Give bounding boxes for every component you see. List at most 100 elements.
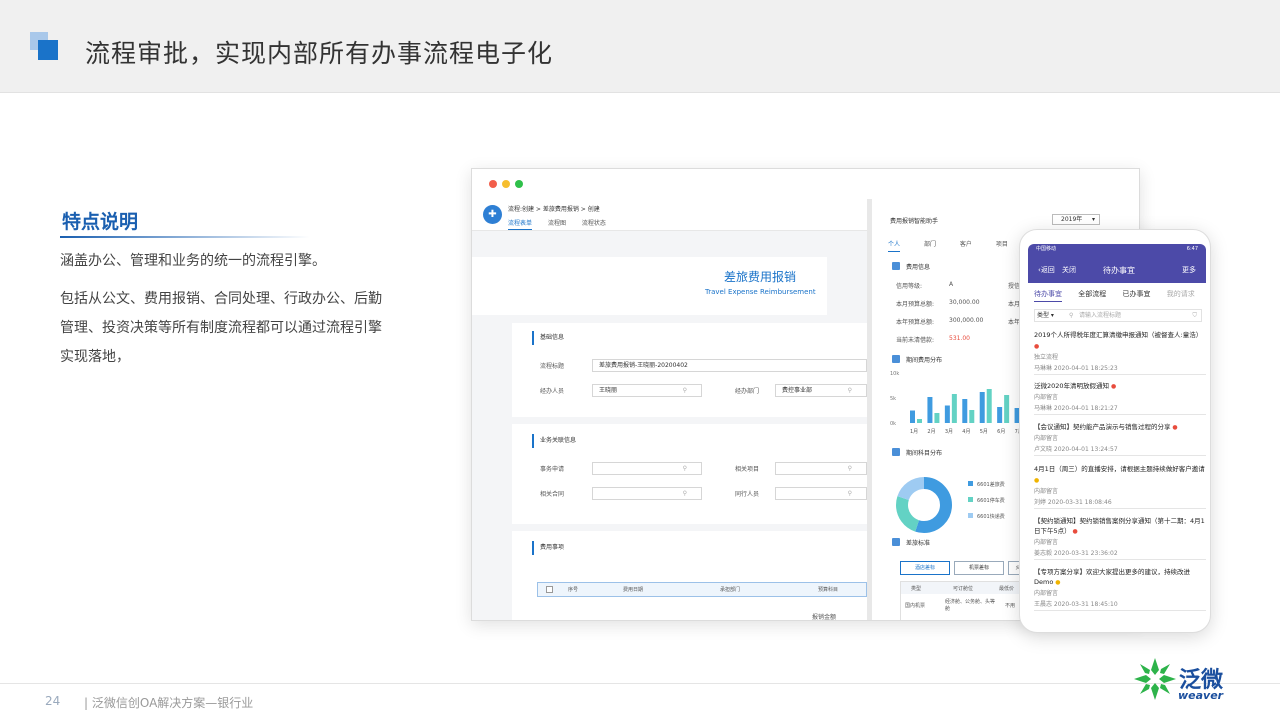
- window-minimize-dot-icon[interactable]: [502, 180, 510, 188]
- dept-input[interactable]: 费控事业部 ⚲: [775, 384, 867, 397]
- list-item[interactable]: 【契约锁通知】契约锁销售案例分享通知（第十二期：4月1日下午5点） ● 内部留言…: [1034, 516, 1206, 560]
- bar: [986, 389, 992, 423]
- tab-project[interactable]: 项目: [996, 241, 1008, 248]
- bar: [910, 410, 915, 423]
- item-meta: 姜志毅 2020-03-31 23:36:02: [1034, 550, 1118, 557]
- legend-item: 6601差旅费: [968, 481, 1005, 488]
- slide: 流程审批，实现内部所有办事流程电子化 特点说明 涵盖办公、管理和业务的统一的流程…: [0, 0, 1280, 720]
- weaver-logo: 泛微 weaver: [1131, 653, 1241, 708]
- item-type: 内部留言: [1034, 394, 1059, 401]
- request-label: 事务申请: [540, 466, 565, 473]
- list-item[interactable]: 【专项方案分享】欢迎大家提出更多的建议，持续改进Demo ● 内部留言 王晨志 …: [1034, 567, 1206, 611]
- tab-done[interactable]: 已办事宜: [1122, 290, 1150, 298]
- phone-status-bar: 中国移动 6:47: [1028, 244, 1206, 254]
- col-header: 可订舱位: [953, 586, 974, 592]
- back-button[interactable]: ‹返回: [1038, 265, 1055, 275]
- title-decoration-icon-front: [38, 40, 58, 60]
- item-meta: 马琳琳 2020-04-01 18:25:23: [1034, 365, 1118, 372]
- filter-icon[interactable]: ⛉: [1192, 310, 1197, 321]
- more-button[interactable]: 更多: [1182, 265, 1196, 275]
- x-tick-label: 4月: [962, 429, 970, 435]
- window-close-dot-icon[interactable]: [489, 180, 497, 188]
- search-icon: ⚲: [682, 490, 687, 497]
- close-button[interactable]: 关闭: [1062, 265, 1076, 275]
- features-underline: [60, 236, 310, 238]
- features-paragraph-2: 包括从公文、费用报销、合同处理、行政办公、后勤管理、投资决策等所有制度流程都可以…: [60, 291, 382, 365]
- subject-donut-chart: [896, 477, 952, 533]
- bar: [962, 399, 968, 423]
- search-icon: ⚲: [847, 490, 852, 497]
- handler-label: 经办人员: [540, 388, 565, 395]
- hotel-standard-button[interactable]: 酒店差标: [900, 561, 950, 575]
- request-input[interactable]: ⚲: [592, 462, 702, 475]
- tab-my-requests[interactable]: 我的请求: [1167, 290, 1195, 298]
- phone-filter-bar: 类型 ▾ ⚲ 请输入流程标题 ⛉: [1034, 309, 1202, 322]
- phone-navbar: ‹返回 关闭 待办事宜 更多: [1028, 254, 1206, 283]
- search-icon: ⚲: [847, 465, 852, 472]
- unread-dot-icon: ●: [1170, 424, 1178, 431]
- form-tabs: 流程表单 流程图 流程状态: [508, 218, 620, 230]
- footer-divider: [0, 683, 1280, 684]
- kv-loan: 当前未清借款: 531.00: [896, 335, 970, 344]
- bar: [979, 392, 985, 423]
- window-maximize-dot-icon[interactable]: [515, 180, 523, 188]
- section-expense-info: 费用信息: [892, 262, 930, 271]
- item-meta: 刘婷 2020-03-31 18:08:46: [1034, 499, 1112, 506]
- col-header: 序号: [568, 587, 579, 593]
- item-type: 内部留言: [1034, 435, 1059, 442]
- tab-customer[interactable]: 客户: [960, 241, 972, 248]
- project-input[interactable]: ⚲: [775, 462, 867, 475]
- weaver-logo-icon: [1134, 658, 1176, 700]
- bar: [969, 410, 975, 423]
- section-subject-distribution: 期间科目分布: [892, 448, 942, 457]
- list-item[interactable]: 泛微2020年清明放假通知 ● 内部留言 马琳琳 2020-04-01 18:2…: [1034, 381, 1206, 415]
- phone-search-input[interactable]: 请输入流程标题: [1079, 310, 1121, 321]
- tab-department[interactable]: 部门: [924, 241, 936, 248]
- contract-input[interactable]: ⚲: [592, 487, 702, 500]
- section-period-distribution: 期间费用分布: [892, 355, 942, 364]
- title-input[interactable]: 差旅费用报销-王晓丽-20200402: [592, 359, 867, 372]
- flight-standard-button[interactable]: 机票差标: [954, 561, 1004, 575]
- kv-month-budget: 本月预算总额: 30,000.00 本月: [896, 299, 1021, 308]
- section-related-info: 业务关联信息: [532, 434, 576, 448]
- y-tick-label: 5k: [890, 396, 896, 402]
- expense-table-header: 序号 费用日期 承担部门 预算科目: [537, 582, 867, 597]
- table-cell: 经济舱、公务舱、头等舱: [945, 599, 996, 612]
- list-item[interactable]: 【会议通知】契约能产品演示与销售过程的分享 ● 内部留言 卢文晓 2020-04…: [1034, 422, 1206, 456]
- list-item[interactable]: 4月1日（周三）的直播安排，请根据主题持续做好客户邀请 ● 内部留言 刘婷 20…: [1034, 464, 1206, 509]
- item-type: 内部留言: [1034, 590, 1059, 597]
- breadcrumb: 流程:创建 > 差旅费用报销 > 创建: [508, 206, 600, 213]
- dept-label: 经办部门: [735, 388, 760, 395]
- bar: [927, 397, 933, 423]
- phone-title: 待办事宜: [1103, 266, 1135, 275]
- title-label: 流程标题: [540, 363, 565, 370]
- x-tick-label: 2月: [927, 429, 935, 435]
- tab-status[interactable]: 流程状态: [582, 220, 606, 227]
- tab-all-flows[interactable]: 全部流程: [1078, 290, 1106, 298]
- item-meta: 王晨志 2020-03-31 18:45:10: [1034, 601, 1118, 608]
- page-number: 24: [45, 694, 61, 708]
- tab-todo[interactable]: 待办事宜: [1034, 290, 1062, 302]
- form-pane: ✚ 流程:创建 > 差旅费用报销 > 创建 流程表单 流程图 流程状态 差旅费用…: [472, 199, 867, 620]
- search-icon: ⚲: [847, 387, 852, 394]
- type-select[interactable]: 类型 ▾: [1037, 312, 1054, 319]
- x-tick-label: 5月: [980, 429, 988, 435]
- tab-flowchart[interactable]: 流程图: [548, 220, 566, 227]
- year-select[interactable]: 2019年 ▾: [1052, 214, 1100, 225]
- unread-dot-icon: ●: [1034, 343, 1040, 350]
- select-all-checkbox[interactable]: [546, 586, 553, 593]
- y-tick-label: 10k: [890, 371, 899, 377]
- period-bar-chart: 10k5k0k1月2月3月4月5月6月7月: [890, 371, 1027, 435]
- contract-label: 相关合同: [540, 491, 565, 498]
- tab-personal[interactable]: 个人: [888, 241, 901, 252]
- list-item[interactable]: 2019个人所得税年度汇算清缴申报通知（被督查人:童浩） ● 独立流程 马琳琳 …: [1034, 330, 1206, 375]
- tab-form[interactable]: 流程表单: [508, 220, 533, 230]
- item-type: 内部留言: [1034, 539, 1059, 546]
- header-band: 流程审批，实现内部所有办事流程电子化: [0, 0, 1280, 93]
- expense-card: 费用事项 序号 费用日期 承担部门 预算科目 报销金额: [512, 531, 867, 620]
- unread-dot-icon: ●: [1053, 579, 1061, 586]
- handler-input[interactable]: 王晓丽 ⚲: [592, 384, 702, 397]
- footer-caption: | 泛微信创OA解决方案—银行业: [84, 696, 254, 710]
- table-cell: 国内机票: [905, 603, 926, 609]
- companion-input[interactable]: ⚲: [775, 487, 867, 500]
